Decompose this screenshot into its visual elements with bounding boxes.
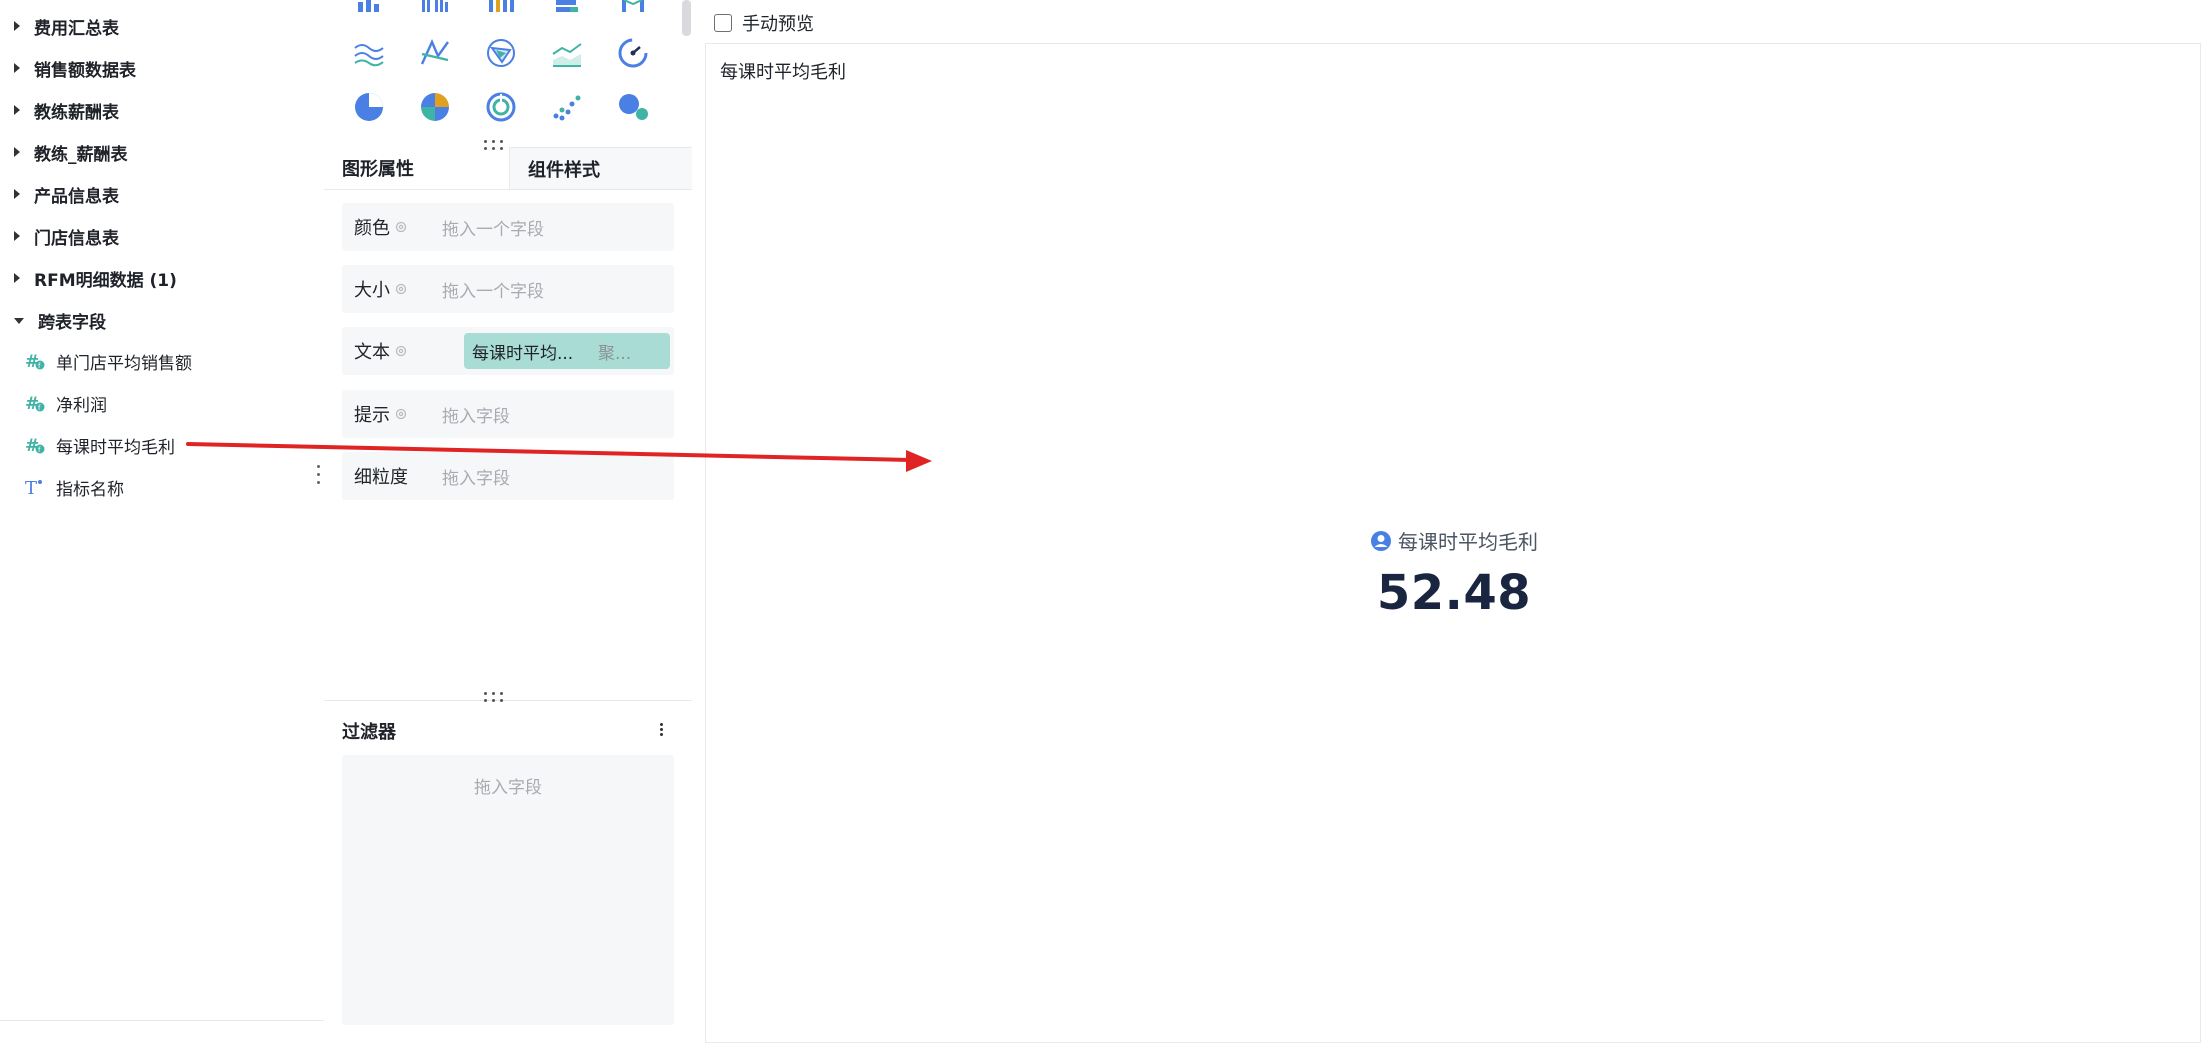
property-row-text[interactable]: 文本 每课时平均... 聚...	[342, 327, 674, 375]
horizontal-bar-icon[interactable]	[550, 0, 584, 14]
property-row-size[interactable]: 大小 拖入一个字段	[342, 265, 674, 313]
panel-resize-handle[interactable]	[482, 692, 506, 702]
drop-zone-placeholder: 拖入字段	[442, 406, 510, 427]
checkbox[interactable]	[714, 14, 732, 32]
pie-icon[interactable]	[352, 90, 386, 124]
field-item[interactable]: # f 每课时平均毛利	[24, 427, 175, 463]
kpi-card: 每课时平均毛利 52.48	[706, 526, 2202, 621]
tree-node-cross-table-fields[interactable]: 跨表字段	[14, 302, 106, 338]
tree-node-table[interactable]: 产品信息表	[14, 176, 119, 212]
gear-icon[interactable]	[394, 407, 408, 421]
divider	[324, 700, 692, 701]
column-combo-icon[interactable]	[616, 0, 650, 14]
tree-node-table[interactable]: 门店信息表	[14, 218, 119, 254]
tab-graphic-properties[interactable]: 图形属性	[342, 147, 502, 189]
text-field-icon: T	[24, 476, 46, 498]
preview-area: 手动预览 每课时平均毛利 每课时平均毛利 52.48	[692, 0, 2207, 1043]
tree-node-table[interactable]: 教练_薪酬表	[14, 134, 128, 170]
filter-drop-zone[interactable]: 拖入字段	[342, 755, 674, 1025]
drop-zone-placeholder: 拖入一个字段	[442, 219, 544, 240]
grouped-bar-icon[interactable]	[418, 0, 452, 14]
drop-zone-placeholder: 拖入字段	[442, 468, 510, 489]
filter-title: 过滤器	[342, 722, 396, 743]
kpi-value: 52.48	[1376, 565, 1532, 621]
expand-caret-icon	[14, 105, 20, 115]
tab-component-style[interactable]: 组件样式	[509, 147, 692, 189]
tree-node-table[interactable]: 教练薪酬表	[14, 92, 119, 128]
expand-caret-icon	[14, 231, 20, 241]
scatter-icon[interactable]	[550, 90, 584, 124]
card-title: 每课时平均毛利	[720, 62, 846, 83]
gear-icon[interactable]	[394, 282, 408, 296]
expand-caret-icon	[14, 189, 20, 199]
radar-icon[interactable]	[484, 36, 518, 70]
bar-chart-icon[interactable]	[352, 0, 386, 14]
user-avatar-icon	[1371, 530, 1391, 551]
cross-line-icon[interactable]	[418, 36, 452, 70]
chart-type-grid	[324, 0, 692, 145]
kpi-label: 每课时平均毛利	[1398, 530, 1538, 554]
expand-caret-icon	[14, 147, 20, 157]
field-item[interactable]: T 指标名称	[24, 469, 124, 505]
expand-caret-icon	[14, 273, 20, 283]
aggregation-label[interactable]: 聚...	[598, 339, 631, 364]
svg-text:T: T	[25, 478, 37, 498]
expand-caret-icon	[14, 63, 20, 73]
property-row-granularity[interactable]: 细粒度 拖入字段	[342, 452, 674, 500]
tree-node-table[interactable]: 费用汇总表	[14, 8, 119, 44]
chart-config-panel: 图形属性 组件样式 颜色 拖入一个字段 大小 拖入一个字段 文本 每课时平均..…	[324, 0, 693, 1025]
quadrant-pie-icon[interactable]	[418, 90, 452, 124]
field-item[interactable]: # f 净利润	[24, 385, 107, 421]
more-options-icon[interactable]	[654, 718, 670, 740]
chart-canvas[interactable]: 每课时平均毛利 每课时平均毛利 52.48	[705, 43, 2201, 1043]
data-tree-panel: 费用汇总表 销售额数据表 教练薪酬表 教练_薪酬表 产品信息表 门店信息表 RF…	[0, 0, 325, 1025]
property-tabs: 图形属性 组件样式	[324, 147, 692, 190]
expand-caret-icon	[14, 21, 20, 31]
bubble-icon[interactable]	[616, 90, 650, 124]
manual-preview-checkbox[interactable]: 手动预览	[714, 10, 814, 36]
calculated-number-icon: # f	[24, 434, 46, 456]
gear-icon[interactable]	[394, 344, 408, 358]
stacked-bar-icon[interactable]	[484, 0, 518, 14]
tree-node-table[interactable]: RFM明细数据 (1)	[14, 260, 177, 296]
field-pill[interactable]: 每课时平均... 聚...	[464, 333, 670, 369]
property-row-tooltip[interactable]: 提示 拖入字段	[342, 390, 674, 438]
area-line-icon[interactable]	[550, 36, 584, 70]
ring-icon[interactable]	[484, 90, 518, 124]
wave-line-icon[interactable]	[352, 36, 386, 70]
calculated-number-icon: # f	[24, 392, 46, 414]
field-item[interactable]: # f 单门店平均销售额	[24, 343, 192, 379]
scrollbar[interactable]	[682, 0, 691, 36]
drop-zone-placeholder: 拖入一个字段	[442, 281, 544, 302]
collapse-caret-icon	[14, 318, 24, 324]
property-row-color[interactable]: 颜色 拖入一个字段	[342, 203, 674, 251]
gear-icon[interactable]	[394, 220, 408, 234]
tree-node-table[interactable]: 销售额数据表	[14, 50, 136, 86]
gauge-icon[interactable]	[616, 36, 650, 70]
calculated-number-icon: # f	[24, 350, 46, 372]
divider	[0, 1020, 324, 1021]
